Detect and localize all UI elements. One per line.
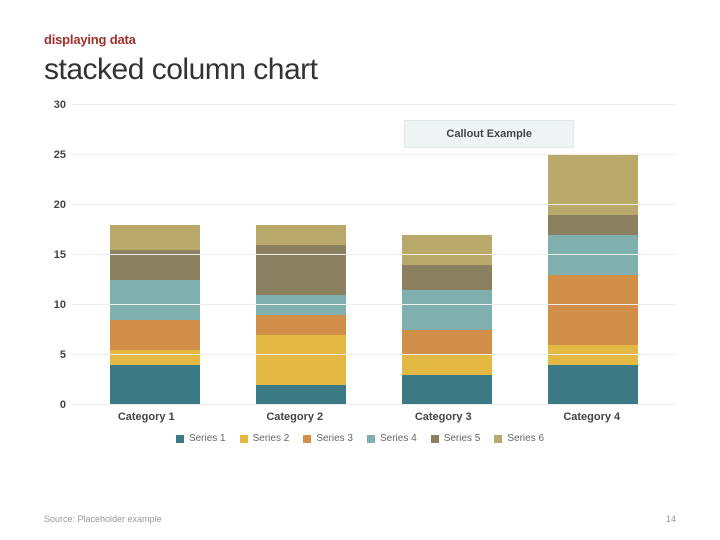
plot-area: Callout Example: [72, 105, 676, 405]
gridline: [72, 154, 676, 155]
legend-label: Series 1: [189, 433, 226, 444]
segment-series-2: [402, 355, 492, 375]
segment-series-4: [548, 235, 638, 275]
y-tick-label: 20: [54, 199, 66, 211]
x-axis-labels: Category 1Category 2Category 3Category 4: [44, 405, 676, 423]
slide: displaying data stacked column chart 0 5 1…: [0, 0, 720, 540]
segment-series-4: [402, 290, 492, 330]
segment-series-1: [256, 385, 346, 405]
segment-series-6: [256, 225, 346, 245]
callout-box: Callout Example: [404, 120, 574, 148]
gridline: [72, 354, 676, 355]
legend-item: Series 6: [494, 433, 544, 444]
legend-item: Series 3: [303, 433, 353, 444]
stacked-column: [548, 155, 638, 405]
gridline: [72, 254, 676, 255]
gridline: [72, 304, 676, 305]
legend-label: Series 4: [380, 433, 417, 444]
column-wrap: [374, 235, 520, 405]
column-wrap: [228, 225, 374, 405]
legend-label: Series 3: [316, 433, 353, 444]
y-tick-label: 30: [54, 99, 66, 111]
x-tick-label: Category 3: [369, 411, 518, 423]
legend-label: Series 2: [253, 433, 290, 444]
segment-series-2: [548, 345, 638, 365]
legend-label: Series 6: [507, 433, 544, 444]
segment-series-3: [110, 320, 200, 350]
legend-item: Series 1: [176, 433, 226, 444]
segment-series-3: [548, 275, 638, 345]
legend-swatch: [431, 435, 439, 443]
y-axis: 051015202530: [44, 105, 72, 405]
segment-series-3: [402, 330, 492, 355]
stacked-column: [110, 225, 200, 405]
segment-series-4: [256, 295, 346, 315]
y-tick-label: 0: [60, 399, 66, 411]
callout-text: Callout Example: [446, 128, 532, 140]
segment-series-2: [110, 350, 200, 365]
x-tick-label: Category 2: [221, 411, 370, 423]
page-number: 14: [666, 514, 676, 524]
legend-item: Series 4: [367, 433, 417, 444]
segment-series-6: [110, 225, 200, 250]
gridline: [72, 104, 676, 105]
segment-series-3: [256, 315, 346, 335]
x-tick-label: Category 4: [518, 411, 667, 423]
legend-label: Series 5: [444, 433, 481, 444]
stacked-column: [256, 225, 346, 405]
segment-series-4: [110, 280, 200, 320]
x-tick-label: Category 1: [72, 411, 221, 423]
chart: 051015202530 Callout Example: [44, 105, 676, 405]
stacked-column: [402, 235, 492, 405]
footer: Source: Placeholder example 14: [44, 514, 676, 524]
segment-series-6: [548, 155, 638, 215]
legend-swatch: [176, 435, 184, 443]
segment-series-1: [110, 365, 200, 405]
segment-series-1: [402, 375, 492, 405]
legend-swatch: [303, 435, 311, 443]
segment-series-6: [402, 235, 492, 265]
source-text: Source: Placeholder example: [44, 514, 162, 524]
segment-series-5: [256, 245, 346, 295]
segment-series-5: [402, 265, 492, 290]
y-tick-label: 10: [54, 299, 66, 311]
legend: Series 1 Series 2 Series 3 Series 4 Series 5…: [44, 433, 676, 444]
y-tick-label: 25: [54, 149, 66, 161]
legend-swatch: [494, 435, 502, 443]
segment-series-2: [256, 335, 346, 385]
legend-swatch: [240, 435, 248, 443]
y-tick-label: 15: [54, 249, 66, 261]
legend-swatch: [367, 435, 375, 443]
column-wrap: [520, 155, 666, 405]
gridline: [72, 404, 676, 405]
y-tick-label: 5: [60, 349, 66, 361]
legend-item: Series 5: [431, 433, 481, 444]
page-title: stacked column chart: [44, 53, 676, 87]
column-wrap: [82, 225, 228, 405]
segment-series-5: [548, 215, 638, 235]
segment-series-1: [548, 365, 638, 405]
legend-item: Series 2: [240, 433, 290, 444]
gridline: [72, 204, 676, 205]
eyebrow-text: displaying data: [44, 32, 676, 47]
columns: [72, 105, 676, 405]
